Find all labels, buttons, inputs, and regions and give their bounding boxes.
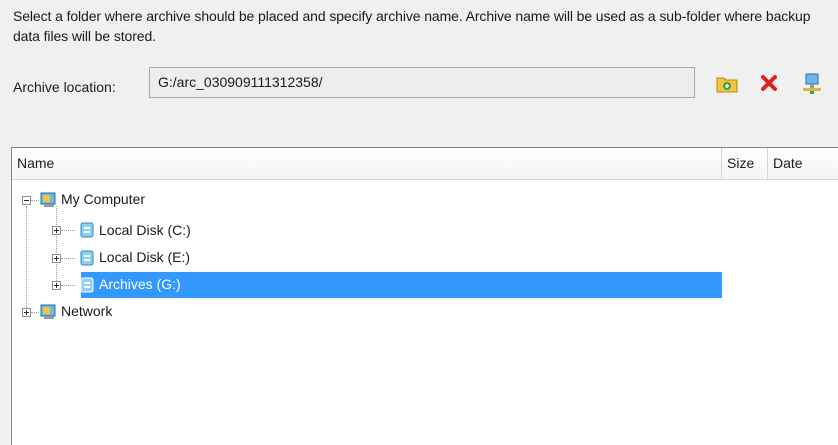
tree-connector (56, 206, 57, 285)
tree-connector (61, 258, 75, 259)
column-date[interactable]: Date (768, 148, 838, 179)
column-name[interactable]: Name (12, 148, 722, 179)
expand-toggle[interactable] (52, 254, 61, 263)
column-header: Name Size Date (12, 148, 838, 180)
tree-node-local-disk-e[interactable]: Local Disk (E:) (99, 247, 190, 267)
expand-toggle[interactable] (52, 226, 61, 235)
tree-connector (31, 312, 39, 313)
delete-button[interactable] (754, 68, 784, 98)
instruction-text: Select a folder where archive should be … (13, 8, 811, 44)
tree-connector (61, 285, 75, 286)
collapse-toggle[interactable] (22, 196, 31, 205)
network-icon (40, 304, 56, 320)
expand-toggle[interactable] (52, 281, 61, 290)
new-folder-button[interactable] (712, 68, 742, 98)
network-drive-icon (803, 73, 821, 94)
tree-connector (26, 206, 27, 312)
new-folder-icon (716, 77, 738, 93)
computer-icon (40, 192, 56, 208)
drive-icon (79, 277, 95, 293)
network-drive-button[interactable] (797, 68, 827, 98)
folder-browser[interactable]: Name Size Date My Computer Local Disk (C… (11, 147, 838, 445)
tree-node-local-disk-c[interactable]: Local Disk (C:) (99, 220, 191, 240)
delete-icon (761, 75, 777, 91)
tree-node-my-computer[interactable]: My Computer (61, 189, 145, 209)
column-size[interactable]: Size (722, 148, 768, 179)
tree-connector (61, 230, 75, 231)
tree-row-selected[interactable]: Archives (G:) (79, 272, 722, 298)
tree-node-archives-g[interactable]: Archives (G:) (99, 274, 181, 294)
tree-connector (31, 200, 39, 201)
archive-location-field[interactable]: G:/arc_030909111312358/ (149, 67, 695, 98)
drive-icon (79, 222, 95, 238)
drive-icon (79, 250, 95, 266)
archive-location-label: Archive location: (13, 79, 116, 95)
tree-node-network[interactable]: Network (61, 301, 112, 321)
expand-toggle[interactable] (22, 308, 31, 317)
